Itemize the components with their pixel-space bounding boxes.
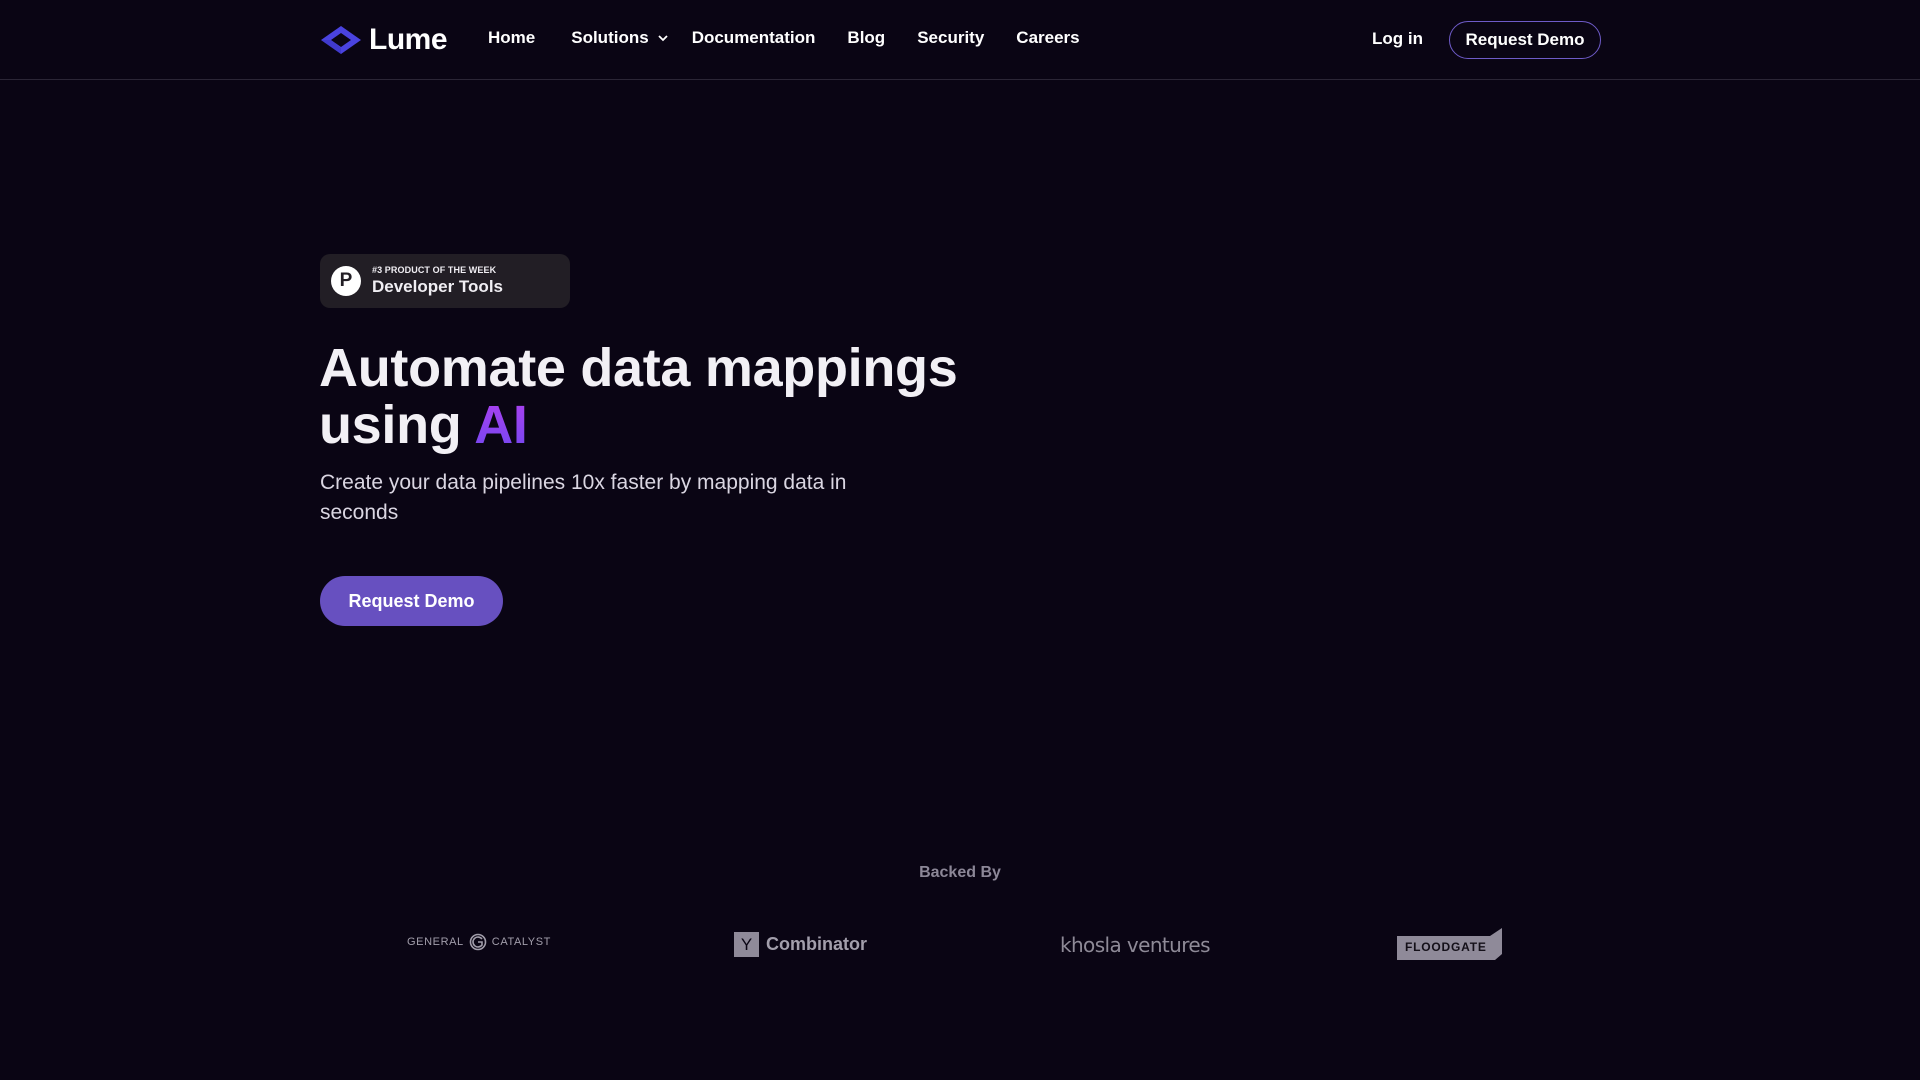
- nav-security[interactable]: Security: [917, 28, 984, 48]
- badge-rank: #3 PRODUCT OF THE WEEK: [372, 265, 497, 275]
- general-catalyst-g-icon: [469, 933, 487, 951]
- khosla-ventures-logo[interactable]: khosla ventures: [1060, 933, 1211, 957]
- navbar: Lume Home Solutions Documentation Blog S…: [0, 0, 1920, 80]
- nav-home[interactable]: Home: [488, 28, 535, 48]
- hero-subtitle: Create your data pipelines 10x faster by…: [320, 471, 847, 524]
- yc-text: Combinator: [766, 934, 867, 954]
- hero-request-demo-button[interactable]: Request Demo: [320, 576, 503, 626]
- nav-request-demo-button[interactable]: Request Demo: [1449, 21, 1601, 59]
- floodgate-logo[interactable]: FLOODGATE: [1397, 928, 1502, 960]
- brand-name: Lume: [369, 23, 448, 56]
- backed-by-label: Backed By: [919, 864, 1001, 881]
- lume-logo-icon: [321, 26, 361, 54]
- y-combinator-logo[interactable]: Y Combinator: [734, 932, 867, 957]
- gc-right-text: CATALYST: [491, 936, 551, 948]
- investor-logos: GENERAL CATALYST Y Combinator khosla ven…: [0, 925, 1920, 965]
- main-nav: Home Solutions Documentation Blog Securi…: [488, 28, 1080, 48]
- nav-careers[interactable]: Careers: [1016, 28, 1079, 48]
- product-hunt-badge[interactable]: P #3 PRODUCT OF THE WEEK Developer Tools: [320, 254, 570, 308]
- product-hunt-icon: P: [331, 266, 361, 296]
- badge-category: Developer Tools: [372, 277, 503, 296]
- floodgate-text: FLOODGATE: [1405, 940, 1487, 954]
- floodgate-badge: FLOODGATE: [1397, 928, 1502, 960]
- login-link[interactable]: Log in: [1372, 29, 1423, 49]
- hero-title: Automate data mappings using AI: [319, 340, 1019, 454]
- badge-text: #3 PRODUCT OF THE WEEK Developer Tools: [372, 265, 503, 297]
- general-catalyst-logo[interactable]: GENERAL CATALYST: [407, 933, 551, 951]
- y-combinator-icon: Y: [734, 932, 759, 957]
- hero-title-main: Automate data mappings using: [319, 338, 958, 455]
- nav-documentation[interactable]: Documentation: [692, 28, 816, 48]
- chevron-down-icon: [658, 35, 668, 42]
- nav-blog[interactable]: Blog: [847, 28, 885, 48]
- brand-logo[interactable]: Lume: [319, 22, 448, 58]
- nav-solutions-label: Solutions: [571, 28, 649, 47]
- hero-title-highlight: AI: [474, 395, 528, 455]
- nav-solutions[interactable]: Solutions: [571, 28, 668, 48]
- gc-left-text: GENERAL: [407, 936, 464, 948]
